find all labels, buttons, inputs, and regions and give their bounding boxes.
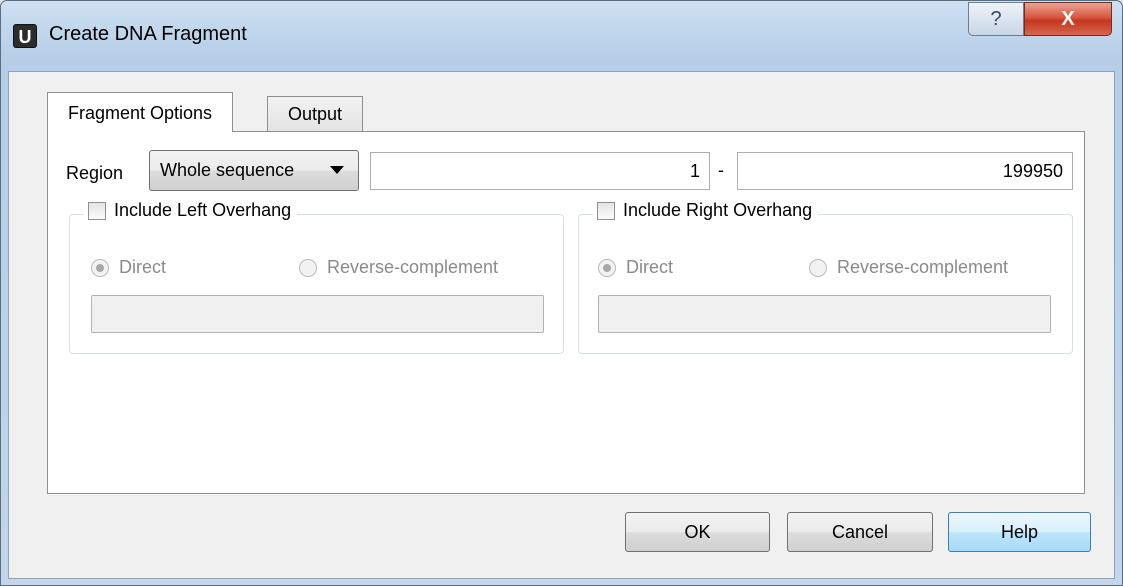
right-reverse-radio-option[interactable]: Reverse-complement xyxy=(809,257,1008,278)
dialog-body: Fragment Options Output Region Whole seq… xyxy=(8,71,1115,579)
window-title: Create DNA Fragment xyxy=(49,23,247,45)
left-direct-radio[interactable] xyxy=(91,258,109,277)
left-direct-label: Direct xyxy=(119,257,167,277)
tab-output[interactable]: Output xyxy=(267,96,364,132)
left-reverse-label: Reverse-complement xyxy=(327,257,499,277)
right-direct-radio[interactable] xyxy=(598,258,616,277)
right-overhang-group: Include Right Overhang Direct Reverse-co… xyxy=(578,200,1073,354)
region-separator: - xyxy=(718,160,724,180)
dialog-window: U Create DNA Fragment ? X Fragment Optio… xyxy=(0,0,1123,586)
close-icon: X xyxy=(1061,7,1075,30)
left-reverse-radio[interactable] xyxy=(299,258,317,277)
region-select-value: Whole sequence xyxy=(160,160,295,180)
right-direct-label: Direct xyxy=(626,257,674,277)
region-label: Region xyxy=(66,163,124,183)
close-button[interactable]: X xyxy=(1024,2,1112,36)
help-button[interactable]: Help xyxy=(948,512,1091,552)
cancel-button[interactable]: Cancel xyxy=(787,512,933,552)
right-direct-radio-option[interactable]: Direct xyxy=(598,257,673,278)
ok-button[interactable]: OK xyxy=(625,512,770,552)
right-reverse-label: Reverse-complement xyxy=(837,257,1009,277)
left-overhang-checkbox[interactable] xyxy=(88,201,106,220)
left-overhang-group: Include Left Overhang Direct Reverse-com… xyxy=(69,200,564,354)
left-overhang-legend: Include Left Overhang xyxy=(84,200,298,221)
right-overhang-checkbox[interactable] xyxy=(597,201,615,220)
fragment-options-pane: Region Whole sequence 1 - 199950 Include… xyxy=(47,131,1085,494)
left-reverse-radio-option[interactable]: Reverse-complement xyxy=(299,257,498,278)
left-overhang-input[interactable] xyxy=(91,295,544,333)
left-overhang-label[interactable]: Include Left Overhang xyxy=(114,200,291,221)
region-start-input[interactable]: 1 xyxy=(370,152,710,190)
app-icon: U xyxy=(13,24,37,48)
tab-fragment-options[interactable]: Fragment Options xyxy=(47,92,234,132)
help-caption-button[interactable]: ? xyxy=(968,2,1024,36)
dropdown-arrow-icon xyxy=(330,166,344,174)
right-reverse-radio[interactable] xyxy=(809,258,827,277)
title-bar[interactable]: U Create DNA Fragment ? X xyxy=(1,1,1122,71)
question-mark-icon: ? xyxy=(990,7,1002,30)
region-end-input[interactable]: 199950 xyxy=(737,152,1073,190)
right-overhang-label[interactable]: Include Right Overhang xyxy=(623,200,812,221)
region-select[interactable]: Whole sequence xyxy=(149,150,359,191)
right-overhang-legend: Include Right Overhang xyxy=(593,200,819,221)
right-overhang-input[interactable] xyxy=(598,295,1051,333)
left-direct-radio-option[interactable]: Direct xyxy=(91,257,166,278)
